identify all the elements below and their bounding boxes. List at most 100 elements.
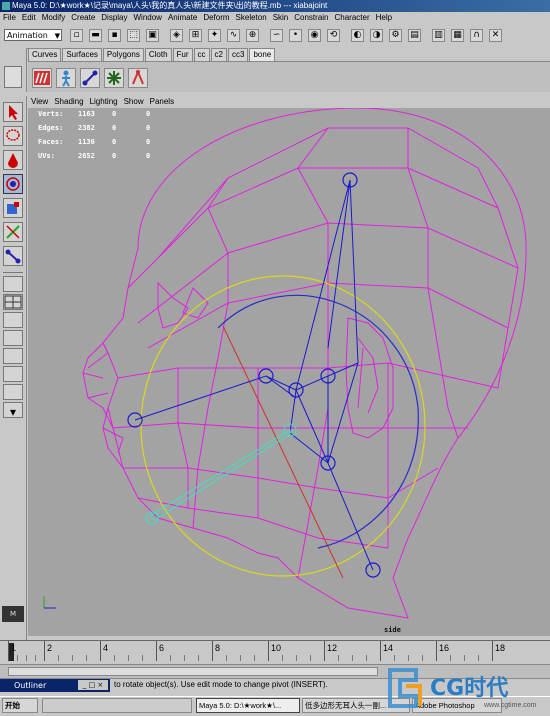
layout-more-icon[interactable]: ▾ (3, 402, 23, 418)
layout-graph-icon[interactable] (3, 330, 23, 346)
shelf-tab-cc[interactable]: cc (193, 48, 210, 61)
start-button[interactable]: 开始 (2, 698, 38, 713)
select-hierarchy-icon[interactable]: ⬚ (127, 29, 140, 42)
task-maya[interactable]: Maya 5.0: D:\★work★\... (196, 698, 300, 713)
timeline-minor-tick (352, 655, 353, 661)
panel-menu-shading[interactable]: Shading (54, 97, 83, 106)
shelf-tab-bone[interactable]: bone (249, 48, 276, 61)
menu-constrain[interactable]: Constrain (294, 13, 328, 22)
scale-tool-icon[interactable] (3, 198, 23, 218)
range-slider-handle[interactable] (8, 667, 378, 676)
window-controls[interactable]: _ □ × (78, 680, 108, 690)
menu-skeleton[interactable]: Skeleton (236, 13, 267, 22)
menu-create[interactable]: Create (71, 13, 95, 22)
maya-app-icon (2, 2, 10, 10)
shelf-menu-button[interactable] (4, 66, 22, 88)
snap-curve-icon[interactable]: ∽ (270, 29, 283, 42)
timeline-minor-tick (86, 655, 87, 661)
snap-grid-icon[interactable]: ⊕ (246, 29, 259, 42)
layout-hypergraph-icon[interactable] (3, 348, 23, 364)
timeline-minor-tick (450, 655, 451, 661)
menu-set-dropdown[interactable]: Animation ▼ (4, 29, 62, 41)
view-axis-gizmo (43, 596, 56, 609)
shelf-paint-weights-icon[interactable] (128, 68, 148, 88)
menu-skin[interactable]: Skin (273, 13, 289, 22)
timeline-tick (324, 641, 325, 661)
layout-four-icon[interactable] (3, 294, 23, 310)
timeline-minor-tick (366, 655, 367, 661)
menu-display[interactable]: Display (101, 13, 127, 22)
layout-persp-graph-icon[interactable] (3, 366, 23, 382)
ipr-icon[interactable]: ◑ (370, 29, 383, 42)
mask-icon[interactable]: ⊞ (189, 29, 202, 42)
timeline-minor-tick (114, 655, 115, 661)
timeline-minor-tick (26, 655, 27, 661)
menu-deform[interactable]: Deform (203, 13, 229, 22)
panel-menu-view[interactable]: View (31, 97, 48, 106)
lasso-tool-icon[interactable] (3, 126, 23, 146)
snap-plane-icon[interactable]: ◉ (308, 29, 321, 42)
attribute-icon[interactable]: ▥ (432, 29, 445, 42)
timeline-minor-tick (128, 655, 129, 661)
new-scene-icon[interactable]: ▫ (70, 29, 83, 42)
render-icon[interactable]: ◐ (351, 29, 364, 42)
layout-hypershade-icon[interactable] (3, 384, 23, 400)
shelf-tab-cloth[interactable]: Cloth (144, 48, 172, 61)
layout-persp-outliner-icon[interactable] (3, 312, 23, 328)
joint-tool-icon[interactable] (3, 246, 23, 266)
mask-curves-icon[interactable]: ∿ (227, 29, 240, 42)
timeline-minor-tick (35, 655, 36, 661)
shelf-tab-c2[interactable]: c2 (210, 48, 227, 61)
layout-single-icon[interactable] (3, 276, 23, 292)
window-title: Maya 5.0: D:\★work★\记录\maya\人头\我的真人头\新建文… (12, 1, 328, 10)
timeline-tick-label: 6 (159, 643, 165, 653)
paint-select-tool-icon[interactable] (3, 150, 23, 170)
side-viewport[interactable]: Verts: 1163 0 0 Edges: 2382 0 0 Faces: 1136 0 0 UVs:… (28, 108, 550, 636)
tool-settings-icon[interactable]: ▦ (451, 29, 464, 42)
menu-help[interactable]: Help (376, 13, 392, 22)
help-line-text: to rotate object(s). Use edit mode to ch… (114, 680, 328, 689)
manipulator-tool-icon[interactable] (3, 222, 23, 242)
render-globals-icon[interactable]: ⚙ (389, 29, 402, 42)
menu-file[interactable]: File (3, 13, 16, 22)
menu-window[interactable]: Window (134, 13, 162, 22)
timeline-tick-label: 10 (271, 643, 282, 653)
shelf-bones-icon[interactable] (32, 68, 52, 88)
shelf-tab-surfaces[interactable]: Surfaces (62, 48, 102, 61)
task-maya-label: Maya 5.0: D:\★work★\... (199, 701, 282, 710)
snap-point-icon[interactable]: • (289, 29, 302, 42)
panel-menu-panels[interactable]: Panels (150, 97, 174, 106)
selected-jaw-bone[interactable] (149, 429, 291, 521)
outliner-window-bar[interactable]: Outliner _ □ × (0, 679, 110, 692)
history-icon[interactable]: ⟲ (327, 29, 340, 42)
camera-name-label: side (384, 626, 401, 634)
shelf-tab-cc3[interactable]: cc3 (227, 48, 249, 61)
select-object-icon[interactable]: ▣ (146, 29, 159, 42)
panel-menu-lighting[interactable]: Lighting (90, 97, 118, 106)
magnet-icon[interactable]: ∩ (470, 29, 483, 42)
save-scene-icon[interactable]: ▪ (108, 29, 121, 42)
menu-edit[interactable]: Edit (22, 13, 36, 22)
menu-modify[interactable]: Modify (42, 13, 66, 22)
rotate-manipulator-ring[interactable] (140, 275, 426, 577)
rotate-tool-icon[interactable] (3, 174, 23, 194)
menu-character[interactable]: Character (335, 13, 370, 22)
shelf-skin-icon[interactable] (56, 68, 76, 88)
menu-animate[interactable]: Animate (168, 13, 197, 22)
timeline-tick (436, 641, 437, 661)
channel-box-icon[interactable]: ▤ (408, 29, 421, 42)
select-component-icon[interactable]: ◈ (170, 29, 183, 42)
shelf-tab-fur[interactable]: Fur (172, 48, 193, 61)
x-close-icon[interactable]: ✕ (489, 29, 502, 42)
timeline-tick-label: 2 (47, 643, 53, 653)
shelf-joint-tool-icon[interactable] (80, 68, 100, 88)
skeleton-joints (127, 172, 381, 578)
shelf-ik-handle-icon[interactable] (104, 68, 124, 88)
shelf-tab-curves[interactable]: Curves (28, 48, 62, 61)
panel-menu-show[interactable]: Show (124, 97, 144, 106)
select-tool-icon[interactable] (3, 102, 23, 122)
mask-joints-icon[interactable]: ✦ (208, 29, 221, 42)
shelf-tab-polygons[interactable]: Polygons (102, 48, 144, 61)
head-wireframe (82, 108, 527, 619)
open-scene-icon[interactable]: ▬ (89, 29, 102, 42)
